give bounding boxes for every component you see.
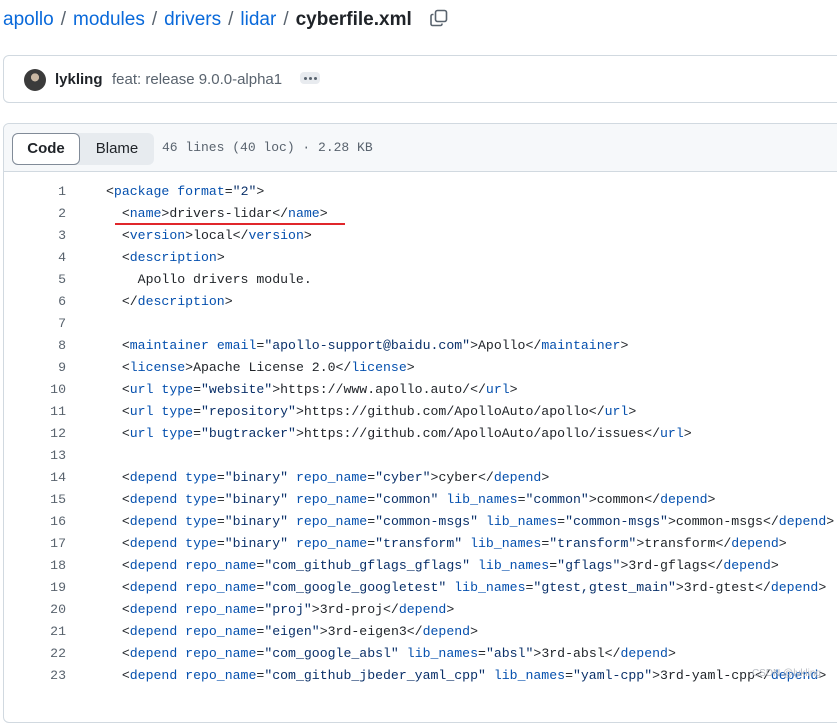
line-number[interactable]: 15 <box>4 489 66 511</box>
line-number[interactable]: 3 <box>4 225 66 247</box>
line-content: <depend type="binary" repo_name="transfo… <box>106 536 787 551</box>
line-number[interactable]: 7 <box>4 313 66 335</box>
code-line: 9 <license>Apache License 2.0</license> <box>4 357 837 379</box>
line-number[interactable]: 22 <box>4 643 66 665</box>
breadcrumb-drivers[interactable]: drivers <box>164 9 221 30</box>
file-viewer: Code Blame 46 lines (40 loc) · 2.28 KB 1… <box>3 123 837 723</box>
code-line: 11 <url type="repository">https://github… <box>4 401 837 423</box>
line-number[interactable]: 6 <box>4 291 66 313</box>
line-number[interactable]: 13 <box>4 445 66 467</box>
file-info: 46 lines (40 loc) · 2.28 KB <box>162 140 373 155</box>
breadcrumb-separator: / <box>283 9 289 30</box>
file-header: Code Blame 46 lines (40 loc) · 2.28 KB <box>4 124 837 172</box>
code-line: 23 <depend repo_name="com_github_jbeder_… <box>4 665 837 687</box>
line-number[interactable]: 16 <box>4 511 66 533</box>
code-line: 7 <box>4 313 837 335</box>
line-number[interactable]: 8 <box>4 335 66 357</box>
line-content: <depend type="binary" repo_name="common"… <box>106 492 716 507</box>
code-line: 2 <name>drivers-lidar</name> <box>4 203 837 225</box>
line-content: <depend repo_name="com_google_googletest… <box>106 580 827 595</box>
code-line: 8 <maintainer email="apollo-support@baid… <box>4 335 837 357</box>
line-content: <version>local</version> <box>106 228 312 243</box>
line-content: <depend type="binary" repo_name="common-… <box>106 514 835 529</box>
line-number[interactable]: 2 <box>4 203 66 225</box>
line-content: <url type="repository">https://github.co… <box>106 404 637 419</box>
line-number[interactable]: 5 <box>4 269 66 291</box>
line-content: <package format="2"> <box>106 184 265 199</box>
line-number[interactable]: 20 <box>4 599 66 621</box>
code-line: 5 Apollo drivers module. <box>4 269 837 291</box>
line-number[interactable]: 23 <box>4 665 66 687</box>
breadcrumb-separator: / <box>151 9 158 30</box>
tab-code[interactable]: Code <box>12 133 80 165</box>
view-mode-toggle: Code Blame <box>12 133 154 165</box>
code-line: 21 <depend repo_name="eigen">3rd-eigen3<… <box>4 621 837 643</box>
red-annotation-underline <box>115 223 345 225</box>
commit-author[interactable]: lykling <box>55 71 103 89</box>
line-content: <depend repo_name="proj">3rd-proj</depen… <box>106 602 455 617</box>
code-line: 6 </description> <box>4 291 837 313</box>
line-number[interactable]: 4 <box>4 247 66 269</box>
code-line: 10 <url type="website">https://www.apoll… <box>4 379 837 401</box>
code-line: 16 <depend type="binary" repo_name="comm… <box>4 511 837 533</box>
line-content: <maintainer email="apollo-support@baidu.… <box>106 338 629 353</box>
line-content: <depend repo_name="eigen">3rd-eigen3</de… <box>106 624 479 639</box>
breadcrumb: apollo / modules / drivers / lidar / cyberfile.x… <box>3 8 449 31</box>
breadcrumb-separator: / <box>60 9 66 30</box>
code-line: 18 <depend repo_name="com_github_gflags_… <box>4 555 837 577</box>
line-number[interactable]: 10 <box>4 379 66 401</box>
line-number[interactable]: 1 <box>4 181 66 203</box>
line-number[interactable]: 9 <box>4 357 66 379</box>
line-content: Apollo drivers module. <box>106 272 312 287</box>
code-line: 15 <depend type="binary" repo_name="comm… <box>4 489 837 511</box>
copy-path-icon[interactable] <box>429 8 449 28</box>
tab-blame[interactable]: Blame <box>82 133 152 165</box>
code-line: 19 <depend repo_name="com_google_googlet… <box>4 577 837 599</box>
line-number[interactable]: 12 <box>4 423 66 445</box>
breadcrumb-separator: / <box>228 9 234 30</box>
breadcrumb-modules[interactable]: modules <box>73 9 145 30</box>
line-content: <depend repo_name="com_github_gflags_gfl… <box>106 558 779 573</box>
line-number[interactable]: 14 <box>4 467 66 489</box>
line-number[interactable]: 21 <box>4 621 66 643</box>
line-content: <description> <box>106 250 225 265</box>
code-line: 3 <version>local</version> <box>4 225 837 247</box>
code-line: 12 <url type="bugtracker">https://github… <box>4 423 837 445</box>
line-number[interactable]: 11 <box>4 401 66 423</box>
line-number[interactable]: 19 <box>4 577 66 599</box>
line-content: <depend repo_name="com_github_jbeder_yam… <box>106 668 827 683</box>
breadcrumb-file-name: cyberfile.xml <box>295 9 412 30</box>
commit-details-ellipsis-icon[interactable] <box>300 72 320 84</box>
line-content: <url type="bugtracker">https://github.co… <box>106 426 692 441</box>
code-line: 4 <description> <box>4 247 837 269</box>
line-content: </description> <box>106 294 233 309</box>
line-content: <depend type="binary" repo_name="cyber">… <box>106 470 550 485</box>
line-content: <name>drivers-lidar</name> <box>106 206 328 221</box>
watermark: CSDN @lykling <box>751 668 821 679</box>
line-content: <depend repo_name="com_google_absl" lib_… <box>106 646 676 661</box>
commit-message[interactable]: feat: release 9.0.0-alpha1 <box>112 71 282 89</box>
code-line: 17 <depend type="binary" repo_name="tran… <box>4 533 837 555</box>
line-content: <license>Apache License 2.0</license> <box>106 360 415 375</box>
code-line: 20 <depend repo_name="proj">3rd-proj</de… <box>4 599 837 621</box>
code-line: 1 <package format="2"> <box>4 181 837 203</box>
code-line: 14 <depend type="binary" repo_name="cybe… <box>4 467 837 489</box>
author-avatar[interactable] <box>24 69 46 91</box>
code-line: 13 <box>4 445 837 467</box>
line-number[interactable]: 17 <box>4 533 66 555</box>
line-number[interactable]: 18 <box>4 555 66 577</box>
line-content: <url type="website">https://www.apollo.a… <box>106 382 518 397</box>
code-line: 22 <depend repo_name="com_google_absl" l… <box>4 643 837 665</box>
breadcrumb-lidar[interactable]: lidar <box>240 9 276 30</box>
breadcrumb-apollo[interactable]: apollo <box>3 9 54 30</box>
code-view: 1 <package format="2"> 2 <name>drivers-lid… <box>4 181 837 687</box>
latest-commit-bar: lykling feat: release 9.0.0-alpha1 <box>3 55 837 103</box>
